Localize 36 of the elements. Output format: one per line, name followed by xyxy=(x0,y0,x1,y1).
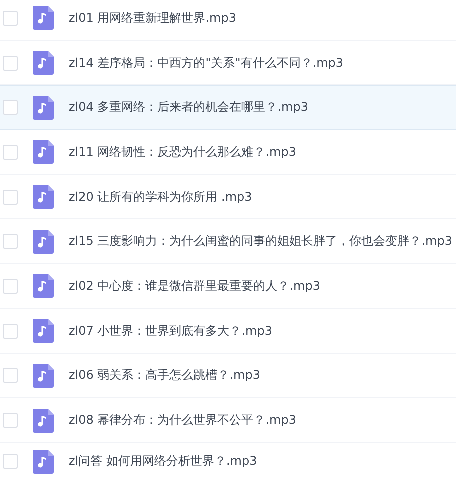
music-file-icon xyxy=(33,6,54,30)
file-row[interactable]: zl04 多重网络：后来者的机会在哪里？.mp3 xyxy=(0,85,456,130)
file-name: zl02 中心度：谁是微信群里最重要的人？.mp3 xyxy=(69,278,320,295)
checkbox[interactable] xyxy=(3,324,18,339)
file-name: zl问答 如何用网络分析世界？.mp3 xyxy=(69,453,258,470)
music-file-icon xyxy=(33,230,54,254)
file-name: zl08 幂律分布：为什么世界不公平？.mp3 xyxy=(69,412,296,430)
music-file-icon xyxy=(33,140,54,164)
file-name: zl15 三度影响力：为什么闺蜜的同事的姐姐长胖了，你也会变胖？.mp3 xyxy=(69,233,452,250)
checkbox[interactable] xyxy=(3,234,18,250)
checkbox[interactable] xyxy=(3,278,18,294)
music-file-icon xyxy=(33,319,54,344)
checkbox[interactable] xyxy=(3,144,18,160)
file-name: zl14 差序格局：中西方的"关系"有什么不同？.mp3 xyxy=(69,54,344,72)
music-file-icon xyxy=(33,274,54,298)
file-row[interactable]: zl06 弱关系：高手怎么跳槽？.mp3 xyxy=(0,354,456,398)
file-name: zl11 网络韧性：反恐为什么那么难？.mp3 xyxy=(69,144,296,161)
file-name: zl20 让所有的学科为你所用 .mp3 xyxy=(69,188,252,206)
music-file-icon xyxy=(33,185,54,210)
file-name: zl07 小世界：世界到底有多大？.mp3 xyxy=(69,322,272,340)
file-row[interactable]: zl14 差序格局：中西方的"关系"有什么不同？.mp3 xyxy=(0,40,456,86)
checkbox[interactable] xyxy=(3,10,18,26)
music-file-icon xyxy=(33,408,54,433)
checkbox[interactable] xyxy=(3,56,18,71)
file-name: zl04 多重网络：后来者的机会在哪里？.mp3 xyxy=(69,99,308,116)
music-file-icon xyxy=(33,450,54,474)
checkbox[interactable] xyxy=(3,190,18,205)
checkbox[interactable] xyxy=(3,413,18,428)
checkbox[interactable] xyxy=(3,368,18,384)
music-file-icon xyxy=(33,96,54,120)
music-file-icon xyxy=(33,51,54,76)
checkbox[interactable] xyxy=(3,100,18,116)
checkbox[interactable] xyxy=(3,454,18,470)
file-name: zl01 用网络重新理解世界.mp3 xyxy=(69,10,236,27)
music-file-icon xyxy=(33,364,54,388)
file-name: zl06 弱关系：高手怎么跳槽？.mp3 xyxy=(69,367,260,384)
